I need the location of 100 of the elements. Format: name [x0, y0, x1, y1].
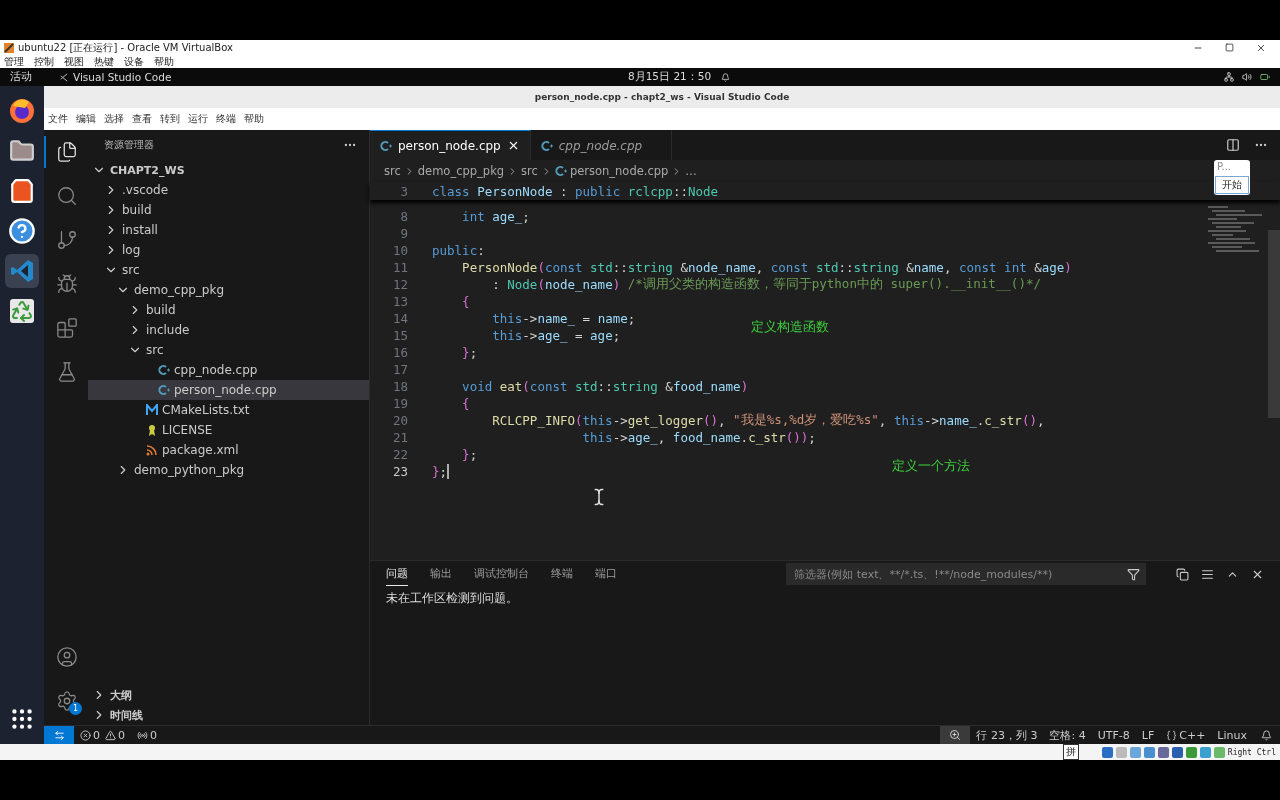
problems-status[interactable]: 0 0 — [74, 728, 131, 742]
workspace-header[interactable]: CHAPT2_WS — [88, 160, 369, 180]
line-number: 23 — [391, 464, 408, 479]
menu-item[interactable]: 视图 — [64, 54, 84, 69]
annotation-text: 定义一个方法 — [892, 457, 970, 475]
section-header[interactable]: 大纲 — [88, 685, 369, 705]
code-line: { — [461, 396, 470, 411]
status-item[interactable]: UTF-8 — [1091, 728, 1136, 742]
menu-item[interactable]: 帮助 — [244, 112, 264, 126]
status-item[interactable]: C++ — [1160, 728, 1212, 742]
section-header[interactable]: 时间线 — [88, 705, 369, 725]
menu-item[interactable]: 设备 — [124, 54, 144, 69]
remote-button[interactable] — [44, 726, 74, 744]
preedit-text: P... — [1216, 160, 1232, 174]
tray-icon[interactable] — [1171, 746, 1183, 758]
tree-item[interactable]: install — [88, 220, 369, 240]
menu-item[interactable]: 管理 — [4, 54, 24, 69]
clock[interactable]: 8月15日 21：50 — [628, 70, 712, 84]
code-line: }; — [432, 464, 448, 479]
network-icon[interactable] — [1224, 72, 1234, 82]
tray-icon[interactable] — [1101, 746, 1113, 758]
tree-item[interactable]: log — [88, 240, 369, 260]
panel-tab[interactable]: 问题 — [386, 562, 408, 586]
panel-tab[interactable]: 终端 — [551, 562, 573, 586]
antenna-icon — [137, 729, 148, 741]
breadcrumb-item[interactable]: … — [685, 164, 697, 178]
panel-tab[interactable]: 端口 — [595, 562, 617, 586]
code-line: : Node(node_name) /*调用父类的构造函数，等同于python中的 super().__init__()*/ — [491, 276, 1041, 293]
menu-item[interactable]: 运行 — [188, 112, 208, 126]
status-item[interactable]: LF — [1135, 728, 1161, 742]
line-number: 15 — [391, 328, 408, 343]
code-editor-icon — [60, 72, 69, 82]
tray-icon[interactable] — [1143, 746, 1155, 758]
tree-item[interactable]: demo_cpp_pkg — [88, 280, 369, 300]
battery-icon[interactable] — [1260, 72, 1270, 82]
maximize-icon[interactable] — [1225, 43, 1234, 52]
ribbon-icon — [146, 424, 158, 436]
ports-status[interactable]: 0 — [131, 728, 163, 742]
tree-item[interactable]: package.xml — [88, 440, 369, 460]
volume-icon[interactable] — [1242, 72, 1252, 82]
cpp-file-icon — [158, 384, 170, 396]
menu-item[interactable]: 转到 — [160, 112, 180, 126]
tree-item[interactable]: src — [88, 340, 369, 360]
line-number: 13 — [391, 294, 408, 309]
settings-icon[interactable] — [56, 690, 78, 712]
panel-tab[interactable]: 输出 — [430, 562, 452, 586]
tray-icon[interactable] — [1199, 746, 1211, 758]
tree-item[interactable]: build — [88, 200, 369, 220]
bell-icon[interactable] — [1261, 729, 1272, 741]
tree-item[interactable]: demo_python_pkg — [88, 460, 369, 480]
tree-item[interactable]: cpp_node.cpp — [88, 360, 369, 380]
line-number: 17 — [391, 362, 408, 377]
tree-item[interactable]: LICENSE — [88, 420, 369, 440]
filter-field[interactable]: 筛选器(例如 text、**/*.ts、!**/node_modules/**) — [786, 563, 1146, 585]
code-editor-icon[interactable] — [5, 254, 39, 288]
editor-tab[interactable]: person_node.cpp — [370, 130, 531, 160]
copy-icon[interactable] — [1176, 567, 1189, 581]
m-file-icon — [146, 404, 158, 416]
tree-item[interactable]: person_node.cpp — [88, 380, 369, 400]
status-item[interactable]: 行 23，列 3 — [970, 727, 1044, 743]
breadcrumb-item[interactable]: person_node.cpp — [569, 164, 669, 178]
code-line: { — [461, 294, 470, 309]
line-number: 20 — [391, 413, 408, 428]
bell-icon — [721, 72, 731, 82]
line-number: 9 — [399, 226, 408, 241]
menu-item[interactable]: 热键 — [94, 54, 114, 69]
line-number: 3 — [399, 183, 408, 199]
tree-item[interactable]: build — [88, 300, 369, 320]
status-item[interactable]: 空格: 4 — [1043, 727, 1092, 743]
tray-icon[interactable] — [1157, 746, 1169, 758]
split-editor-icon[interactable] — [1226, 138, 1240, 152]
tray-icon[interactable] — [1185, 746, 1197, 758]
filter-icon[interactable] — [1127, 567, 1140, 581]
tree-item[interactable]: src — [88, 260, 369, 280]
menu-item[interactable]: 帮助 — [154, 54, 174, 69]
code-line: }; — [461, 447, 478, 462]
start-button[interactable]: 开始 — [1215, 176, 1249, 194]
menu-item[interactable]: 编辑 — [76, 112, 96, 126]
menu-item[interactable]: 终端 — [216, 112, 236, 126]
app-name[interactable]: Visual Studio Code — [73, 71, 172, 83]
menu-item[interactable]: 查看 — [132, 112, 152, 126]
activities-button[interactable]: 活动 — [10, 70, 32, 84]
breadcrumb-item[interactable]: src — [521, 164, 538, 178]
menu-item[interactable]: 文件 — [48, 112, 68, 126]
status-item[interactable]: Linux — [1211, 728, 1253, 742]
breadcrumb-item[interactable]: demo_cpp_pkg — [417, 164, 505, 178]
breadcrumb-item[interactable]: src — [384, 164, 401, 178]
zoom-button[interactable] — [940, 726, 971, 744]
tree-item[interactable]: .vscode — [88, 180, 369, 200]
tree-item[interactable]: include — [88, 320, 369, 340]
panel-tab[interactable]: 调试控制台 — [474, 562, 529, 586]
tree-item[interactable]: CMakeLists.txt — [88, 400, 369, 420]
code-line: PersonNode(const std::string &node_name, const std::string &name, const int &age) — [461, 260, 1072, 275]
notification-badge: 1 — [69, 702, 82, 715]
app-icon — [4, 42, 14, 53]
code-line: this->age_, food_name.c_str()); — [581, 430, 816, 445]
close-icon[interactable] — [1256, 42, 1266, 53]
menu-item[interactable]: 选择 — [104, 112, 124, 126]
list-icon[interactable] — [1201, 567, 1214, 581]
menu-item[interactable]: 控制 — [34, 54, 54, 69]
